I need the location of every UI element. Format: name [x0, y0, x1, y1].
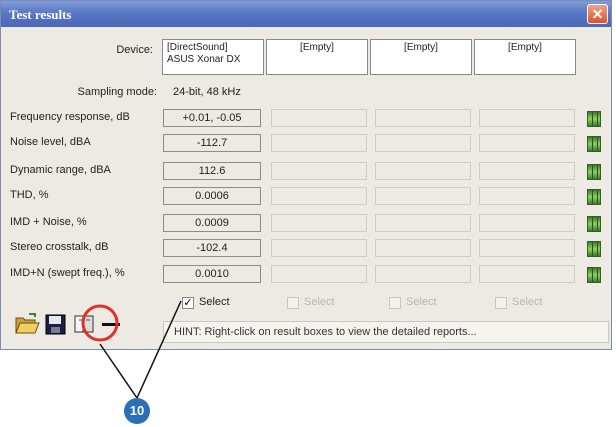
metric-label: Stereo crosstalk, dB	[10, 241, 109, 253]
device-box-4[interactable]: [Empty]	[474, 39, 576, 75]
close-icon: ✕	[591, 6, 604, 22]
result-box[interactable]: 0.0010	[163, 265, 261, 283]
result-box-empty[interactable]	[479, 134, 575, 152]
callout-line	[99, 343, 138, 399]
result-box-empty[interactable]	[271, 239, 367, 257]
report-icon[interactable]	[587, 189, 601, 205]
metric-label: Noise level, dBA	[10, 136, 91, 148]
device-box-1[interactable]: [DirectSound] ASUS Xonar DX	[162, 39, 264, 75]
checkbox-unchecked[interactable]	[495, 297, 507, 309]
test-results-window: Test results ✕ Device: [DirectSound] ASU…	[0, 0, 612, 350]
title-bar[interactable]: Test results ✕	[1, 1, 611, 27]
result-box[interactable]: +0.01, -0.05	[163, 109, 261, 127]
checkbox-unchecked[interactable]	[287, 297, 299, 309]
device-name-line2: ASUS Xonar DX	[167, 54, 241, 65]
report-icon[interactable]	[587, 241, 601, 257]
result-box-empty[interactable]	[375, 239, 471, 257]
result-box[interactable]: 0.0006	[163, 187, 261, 205]
close-button[interactable]: ✕	[587, 4, 608, 24]
metric-label: THD, %	[10, 189, 49, 201]
device-label: Device:	[116, 44, 153, 56]
open-folder-icon[interactable]	[14, 311, 40, 337]
device-name-line1: [DirectSound]	[167, 42, 228, 53]
save-icon[interactable]	[43, 311, 69, 337]
sampling-mode-label: Sampling mode:	[77, 86, 158, 98]
device-name-line1: [Empty]	[404, 42, 438, 53]
select-label: Select	[512, 296, 543, 308]
metric-label: IMD + Noise, %	[10, 216, 87, 228]
checkbox-checked[interactable]: ✓	[182, 297, 194, 309]
result-box[interactable]: 112.6	[163, 162, 261, 180]
checkbox-unchecked[interactable]	[389, 297, 401, 309]
device-name-line1: [Empty]	[508, 42, 542, 53]
report-icon[interactable]	[587, 216, 601, 232]
result-box-empty[interactable]	[375, 265, 471, 283]
metric-label: Dynamic range, dBA	[10, 164, 111, 176]
hint-panel: HINT: Right-click on result boxes to vie…	[163, 321, 609, 343]
result-box-empty[interactable]	[479, 109, 575, 127]
result-box-empty[interactable]	[271, 214, 367, 232]
result-box-empty[interactable]	[271, 162, 367, 180]
callout-badge: 10	[124, 398, 150, 424]
select-label: Select	[304, 296, 335, 308]
result-box-empty[interactable]	[271, 265, 367, 283]
hint-text: HINT: Right-click on result boxes to vie…	[174, 326, 477, 338]
result-box[interactable]: -102.4	[163, 239, 261, 257]
compare-icon[interactable]	[71, 311, 97, 337]
report-icon[interactable]	[587, 136, 601, 152]
result-box-empty[interactable]	[271, 109, 367, 127]
metric-label: IMD+N (swept freq.), %	[10, 267, 125, 279]
report-icon[interactable]	[587, 267, 601, 283]
result-box-empty[interactable]	[375, 134, 471, 152]
window-title: Test results	[9, 7, 72, 22]
device-box-2[interactable]: [Empty]	[266, 39, 368, 75]
select-label: Select	[406, 296, 437, 308]
result-box-empty[interactable]	[375, 187, 471, 205]
result-box-empty[interactable]	[375, 109, 471, 127]
sampling-mode-value: 24-bit, 48 kHz	[173, 86, 241, 98]
result-box-empty[interactable]	[479, 239, 575, 257]
result-box-empty[interactable]	[375, 214, 471, 232]
result-box-empty[interactable]	[271, 187, 367, 205]
result-box[interactable]: 0.0009	[163, 214, 261, 232]
select-label: Select	[199, 296, 230, 308]
result-box[interactable]: -112.7	[163, 134, 261, 152]
result-box-empty[interactable]	[479, 265, 575, 283]
result-box-empty[interactable]	[479, 162, 575, 180]
report-icon[interactable]	[587, 111, 601, 127]
metric-label: Frequency response, dB	[10, 111, 130, 123]
device-box-3[interactable]: [Empty]	[370, 39, 472, 75]
device-name-line1: [Empty]	[300, 42, 334, 53]
result-box-empty[interactable]	[375, 162, 471, 180]
minus-icon[interactable]	[98, 311, 124, 337]
report-icon[interactable]	[587, 164, 601, 180]
result-box-empty[interactable]	[479, 187, 575, 205]
result-box-empty[interactable]	[271, 134, 367, 152]
result-box-empty[interactable]	[479, 214, 575, 232]
